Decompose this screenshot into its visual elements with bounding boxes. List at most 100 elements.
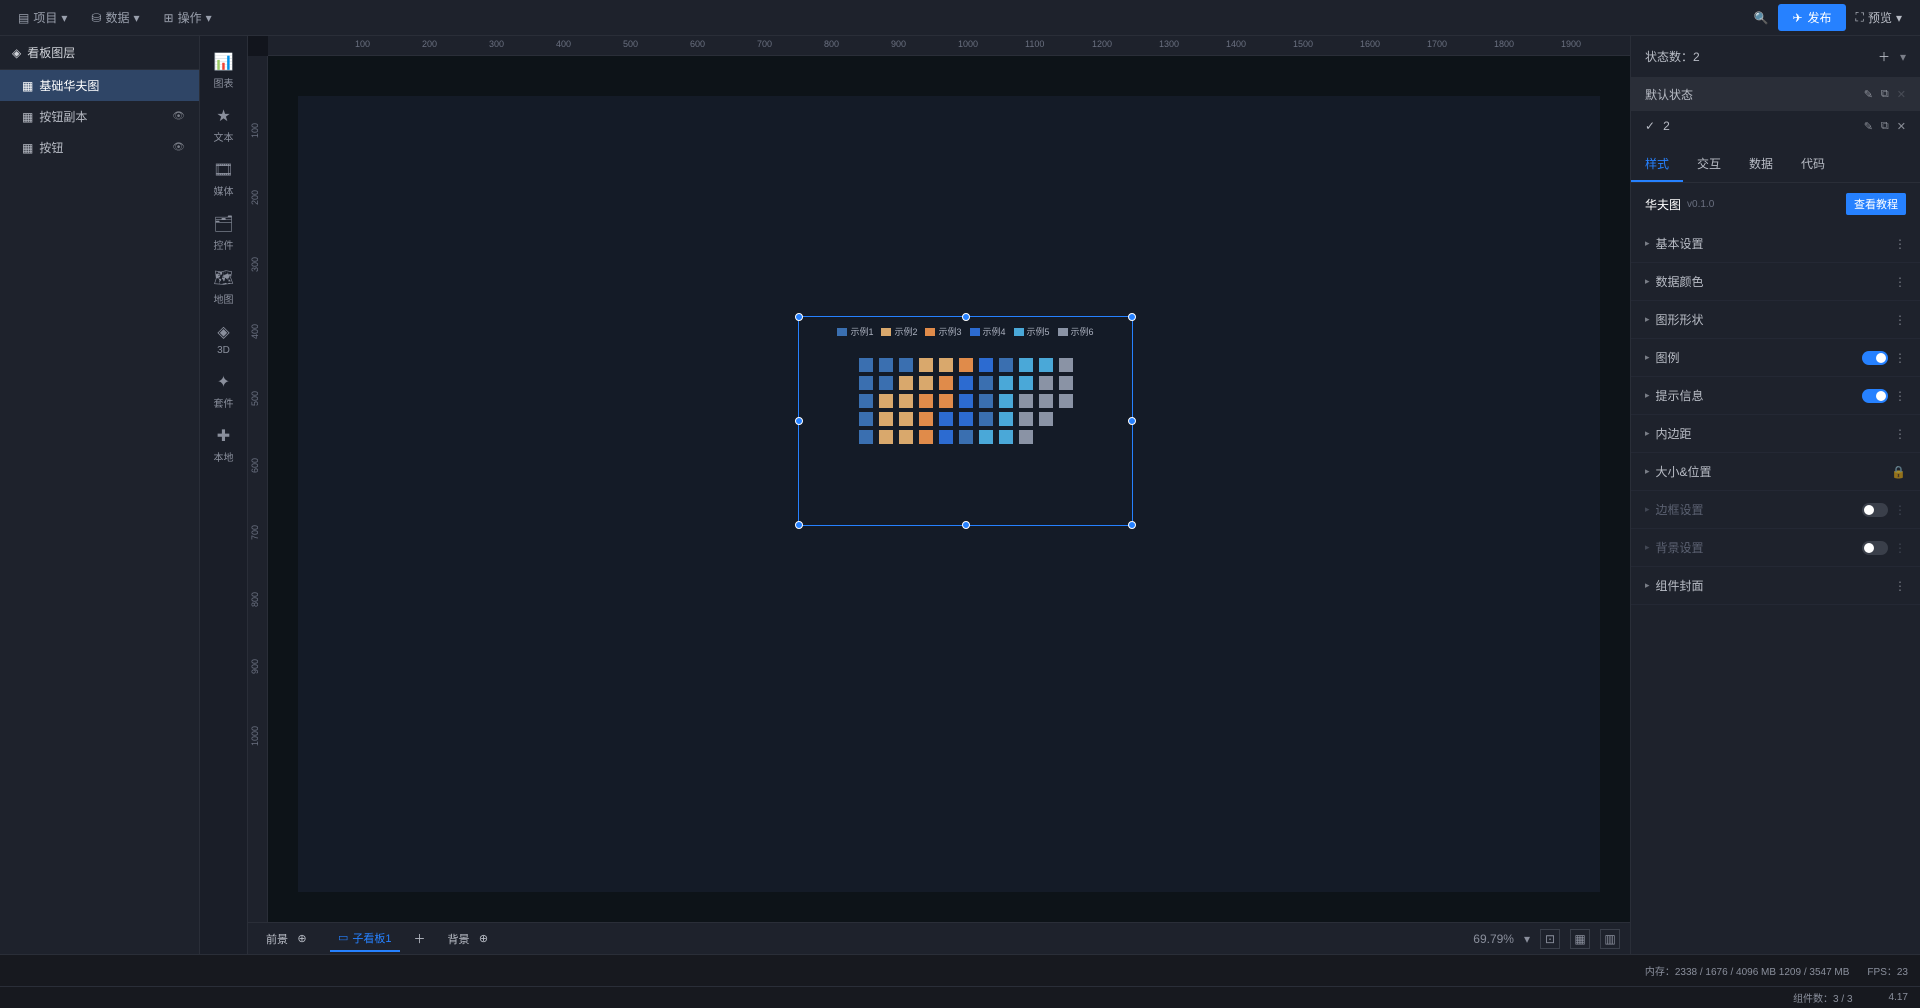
property-row[interactable]: ▸ 数据颜色 ⋮ [1631,263,1920,301]
layer-item[interactable]: ▦ 按钮副本 👁 [0,101,199,132]
waffle-cell [999,358,1013,372]
resize-handle-tm[interactable] [962,313,970,321]
eye-icon[interactable]: 👁 [172,142,185,153]
file-icon: ▤ [18,11,29,25]
preview-button[interactable]: ⛶ 预览 ▾ [1846,4,1912,31]
layer-item[interactable]: ▦ 基础华夫图 [0,70,199,101]
comp-category[interactable]: ✚ 本地 [200,418,247,472]
layer-item[interactable]: ▦ 按钮 👁 [0,132,199,163]
component-version: v0.1.0 [1687,199,1714,210]
property-row[interactable]: ▸ 内边距 ⋮ [1631,415,1920,453]
check-icon: ✓ [1645,119,1655,133]
resize-handle-tr[interactable] [1128,313,1136,321]
ruler-tick: 1900 [1561,39,1581,49]
tab-code[interactable]: 代码 [1787,147,1839,182]
edit-icon[interactable]: ✎ [1864,88,1873,101]
more-icon[interactable]: ⋮ [1894,351,1906,365]
chevron-down-icon[interactable]: ▾ [1524,932,1530,946]
resize-handle-ml[interactable] [795,417,803,425]
resize-handle-bl[interactable] [795,521,803,529]
tutorial-button[interactable]: 查看教程 [1846,193,1906,215]
property-row[interactable]: ▸ 图例 ⋮ [1631,339,1920,377]
topbar-search[interactable]: 🔍 [1744,5,1779,31]
property-row[interactable]: ▸ 边框设置 ⋮ [1631,491,1920,529]
menu-project[interactable]: ▤ 项目 ▾ [8,5,77,30]
lock-icon: 🔒 [1891,465,1906,479]
waffle-cell [1059,412,1073,426]
tab-data[interactable]: 数据 [1735,147,1787,182]
database-icon: ⛁ [91,11,101,25]
comp-category[interactable]: 🎞 媒体 [200,152,247,206]
resize-handle-mr[interactable] [1128,417,1136,425]
category-icon: 🎞 [213,160,233,180]
property-row[interactable]: ▸ 基本设置 ⋮ [1631,225,1920,263]
tab-interact[interactable]: 交互 [1683,147,1735,182]
property-label: 内边距 [1656,425,1692,442]
more-icon[interactable]: ⋮ [1894,275,1906,289]
comp-category[interactable]: 🗂 控件 [200,206,247,260]
layout-2[interactable]: ▥ [1600,929,1620,949]
waffle-cell [1059,376,1073,390]
close-icon[interactable]: ✕ [1897,120,1906,133]
resize-handle-br[interactable] [1128,521,1136,529]
menu-ops-label: 操作 [178,9,202,26]
add-foreground[interactable]: ⊕ [292,929,312,949]
ruler-tick: 400 [250,324,260,339]
eye-icon[interactable]: 👁 [172,111,185,122]
scene-sub[interactable]: ▭ 子看板1 [330,926,400,952]
state-row[interactable]: ✓ 2 ✎ ⧉ ✕ [1631,111,1920,141]
more-icon[interactable]: ⋮ [1894,237,1906,251]
ruler-tick: 1000 [250,726,260,746]
selected-widget[interactable]: 示例1 示例2 示例3 示例4 示例5 示例6 [798,316,1133,526]
toggle[interactable] [1862,541,1888,555]
state-label: 默认状态 [1645,86,1693,103]
copy-icon[interactable]: ⧉ [1881,88,1889,101]
menu-ops[interactable]: ⊞ 操作 ▾ [154,5,222,30]
waffle-cell [999,430,1013,444]
add-scene[interactable]: ＋ [410,929,430,949]
waffle-cell [979,358,993,372]
resize-handle-tl[interactable] [795,313,803,321]
more-icon[interactable]: ⋮ [1894,503,1906,517]
canvas[interactable]: 示例1 示例2 示例3 示例4 示例5 示例6 [268,56,1630,922]
tab-style[interactable]: 样式 [1631,147,1683,182]
comp-category[interactable]: ★ 文本 [200,98,247,152]
menu-data[interactable]: ⛁ 数据 ▾ [81,5,149,30]
more-icon[interactable]: ⋮ [1894,579,1906,593]
add-background[interactable]: ⊕ [474,929,494,949]
send-icon: ✈ [1792,11,1802,25]
layout-1[interactable]: ▦ [1570,929,1590,949]
comp-category[interactable]: ◈ 3D [200,314,247,364]
waffle-cell [939,358,953,372]
edit-icon[interactable]: ✎ [1864,120,1873,133]
fit-screen[interactable]: ⊡ [1540,929,1560,949]
comp-category[interactable]: 🗺 地图 [200,260,247,314]
component-name: 华夫图 [1645,196,1681,213]
property-row[interactable]: ▸ 背景设置 ⋮ [1631,529,1920,567]
property-label: 背景设置 [1656,539,1704,556]
resize-handle-bm[interactable] [962,521,970,529]
property-row[interactable]: ▸ 大小&位置 🔒 [1631,453,1920,491]
comp-category[interactable]: ✦ 套件 [200,364,247,418]
toggle[interactable] [1862,389,1888,403]
more-icon[interactable]: ⋮ [1894,389,1906,403]
more-icon[interactable]: ⋮ [1894,541,1906,555]
category-label: 地图 [214,291,234,306]
waffle-cell [979,412,993,426]
add-state[interactable]: ＋ [1874,46,1894,67]
toggle[interactable] [1862,503,1888,517]
scene-foreground[interactable]: 前景 ⊕ [258,925,320,953]
scene-background[interactable]: 背景 ⊕ [440,925,502,953]
publish-button[interactable]: ✈ 发布 [1778,4,1845,31]
comp-category[interactable]: 📊 图表 [200,44,247,98]
status-bar-2: 组件数：3 / 3 4.17 [0,986,1920,1008]
more-icon[interactable]: ⋮ [1894,313,1906,327]
toggle[interactable] [1862,351,1888,365]
property-row[interactable]: ▸ 提示信息 ⋮ [1631,377,1920,415]
more-icon[interactable]: ⋮ [1894,427,1906,441]
property-row[interactable]: ▸ 图形形状 ⋮ [1631,301,1920,339]
chevron-down-icon[interactable]: ▾ [1900,50,1906,64]
state-row[interactable]: 默认状态 ✎ ⧉ ✕ [1631,78,1920,111]
copy-icon[interactable]: ⧉ [1881,120,1889,133]
property-row[interactable]: ▸ 组件封面 ⋮ [1631,567,1920,605]
